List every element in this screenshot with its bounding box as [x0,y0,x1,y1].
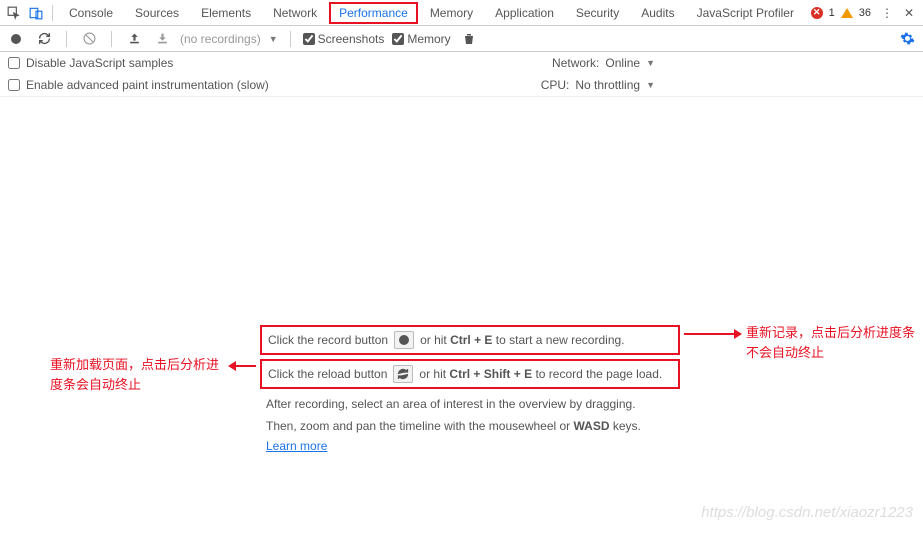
error-count: 1 [829,7,835,19]
disable-js-checkbox[interactable] [8,57,20,69]
separator [111,31,112,47]
annotation-arrow-left [230,365,256,367]
trash-icon[interactable] [459,29,479,49]
kebab-menu-icon[interactable]: ⋮ [877,3,897,23]
screenshots-checkbox[interactable]: Screenshots [303,32,385,46]
chevron-down-icon[interactable]: ▼ [646,80,655,90]
cpu-value[interactable]: No throttling [575,78,640,92]
screenshots-label: Screenshots [318,32,385,46]
enable-paint-checkbox[interactable] [8,79,20,91]
chevron-down-icon[interactable]: ▼ [269,34,278,44]
annotation-right: 重新记录，点击后分析进度条不会自动终止 [746,323,916,362]
record-instr-post: or hit Ctrl + E to start a new recording… [420,333,624,347]
record-icon-inline[interactable] [394,331,414,349]
devtools-tabbar: Console Sources Elements Network Perform… [0,0,923,26]
annotation-left: 重新加载页面，点击后分析进度条会自动终止 [50,355,228,394]
tab-application[interactable]: Application [485,2,564,24]
network-label: Network: [552,56,599,70]
reload-button[interactable] [34,29,54,49]
close-devtools-icon[interactable]: ✕ [899,3,919,23]
reload-instruction: Click the reload button or hit Ctrl + Sh… [260,359,680,389]
annotation-arrow-right [684,333,740,335]
reload-icon-inline[interactable] [393,365,413,383]
performance-toolbar: (no recordings) ▼ Screenshots Memory [0,26,923,52]
separator [52,5,53,21]
record-instruction: Click the record button or hit Ctrl + E … [260,325,680,355]
clear-icon[interactable] [79,29,99,49]
warning-count: 36 [859,7,871,19]
upload-icon[interactable] [124,29,144,49]
tab-security[interactable]: Security [566,2,629,24]
memory-cb-input[interactable] [392,33,404,45]
inspect-element-icon[interactable] [4,3,24,23]
warning-icon [841,8,853,18]
no-recordings-text: (no recordings) [180,32,261,46]
error-icon: ✕ [811,7,823,19]
reload-instr-post: or hit Ctrl + Shift + E to record the pa… [419,367,662,381]
tab-js-profiler[interactable]: JavaScript Profiler [687,2,804,24]
separator [290,31,291,47]
tab-memory[interactable]: Memory [420,2,483,24]
screenshots-cb-input[interactable] [303,33,315,45]
settings-gear-icon[interactable] [897,29,917,49]
tab-console[interactable]: Console [59,2,123,24]
record-button[interactable] [6,29,26,49]
error-badges[interactable]: ✕ 1 36 [811,7,871,19]
record-instr-pre: Click the record button [268,333,388,347]
tab-sources[interactable]: Sources [125,2,189,24]
cpu-label: CPU: [541,78,570,92]
chevron-down-icon[interactable]: ▼ [646,58,655,68]
learn-more-link[interactable]: Learn more [260,439,333,453]
tab-network[interactable]: Network [263,2,327,24]
device-toolbar-icon[interactable] [26,3,46,23]
memory-checkbox[interactable]: Memory [392,32,450,46]
performance-landing: Click the record button or hit Ctrl + E … [0,97,923,527]
enable-paint-label: Enable advanced paint instrumentation (s… [26,78,269,92]
reload-instr-pre: Click the reload button [268,367,387,381]
tab-performance[interactable]: Performance [329,2,418,24]
after-instr-2: Then, zoom and pan the timeline with the… [260,415,680,437]
disable-js-label: Disable JavaScript samples [26,56,173,70]
capture-settings: Disable JavaScript samples Network: Onli… [0,52,923,97]
watermark: https://blog.csdn.net/xiaozr1223 [701,504,913,521]
separator [66,31,67,47]
instructions-block: Click the record button or hit Ctrl + E … [260,325,680,453]
tab-audits[interactable]: Audits [631,2,684,24]
memory-label: Memory [407,32,450,46]
download-icon[interactable] [152,29,172,49]
tab-elements[interactable]: Elements [191,2,261,24]
after-instr-1: After recording, select an area of inter… [260,393,680,415]
network-value[interactable]: Online [605,56,640,70]
